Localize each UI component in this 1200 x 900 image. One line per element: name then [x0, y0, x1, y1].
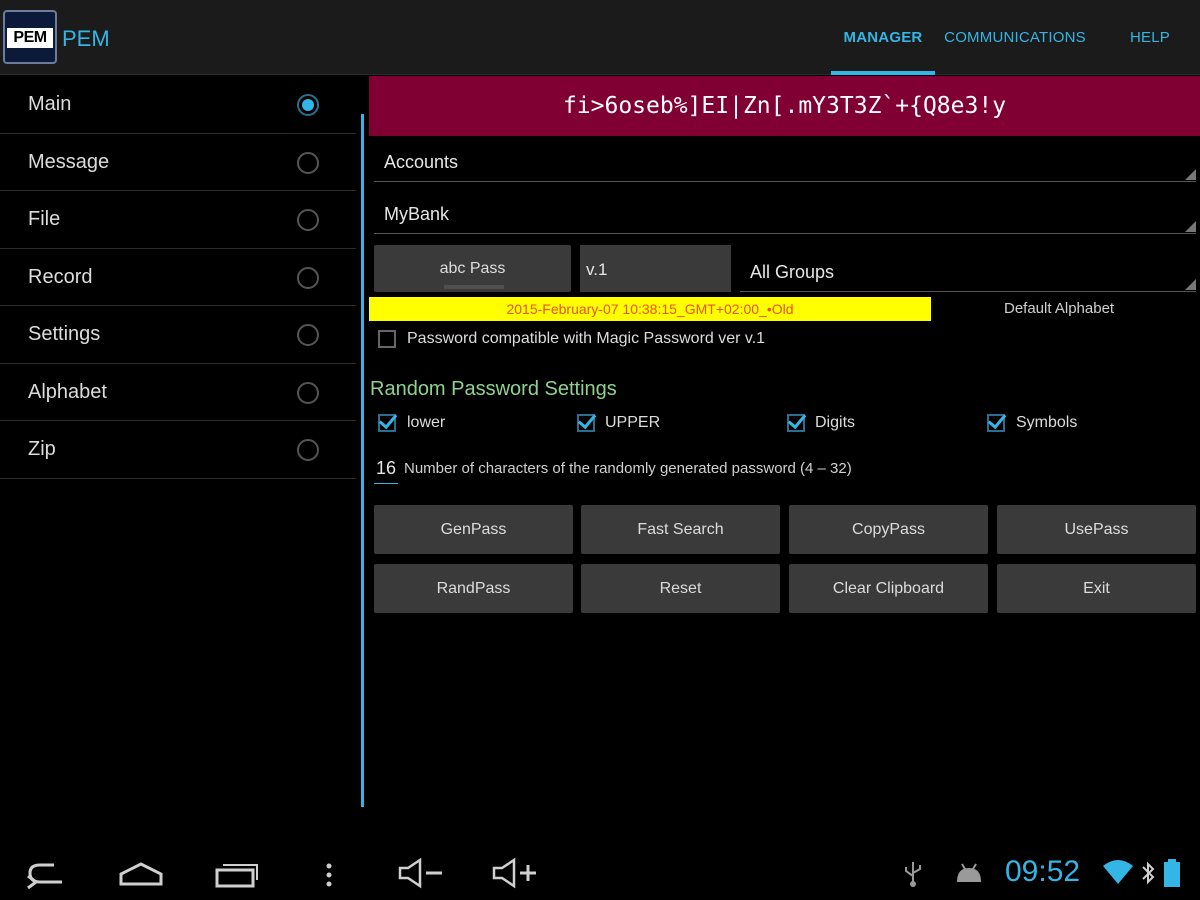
sidebar-item-message[interactable]: Message — [0, 134, 356, 191]
volume-up-icon[interactable] — [490, 856, 542, 890]
clear-clipboard-button[interactable]: Clear Clipboard — [789, 564, 988, 613]
lower-label: lower — [407, 414, 446, 431]
abc-pass-label: abc Pass — [439, 259, 506, 277]
usb-icon — [905, 862, 921, 887]
recent-apps-icon[interactable] — [213, 860, 259, 890]
upper-label: UPPER — [605, 414, 661, 431]
spinner-arrow-icon — [1185, 221, 1196, 232]
random-settings-title: Random Password Settings — [370, 378, 617, 400]
button-underline — [444, 285, 504, 289]
status-clock: 09:52 — [1005, 855, 1081, 888]
digits-label: Digits — [815, 414, 856, 431]
radio-button[interactable] — [297, 381, 319, 404]
app-logo[interactable]: PEM — [3, 10, 57, 64]
spinner-arrow-icon — [1185, 169, 1196, 180]
android-debug-icon — [957, 863, 981, 882]
sidebar-item-label: Main — [28, 93, 72, 115]
sidebar-item-label: Settings — [28, 323, 101, 345]
reset-button[interactable]: Reset — [581, 564, 780, 613]
tab-communications[interactable]: COMMUNICATIONS — [940, 0, 1090, 75]
usepass-button[interactable]: UsePass — [997, 505, 1196, 554]
date-label: 2015-February-07 10:38:15_GMT+02:00_•Old — [369, 297, 931, 321]
abc-pass-button[interactable]: abc Pass — [374, 245, 571, 292]
default-alphabet-label[interactable]: Default Alphabet — [1004, 300, 1114, 317]
radio-button[interactable] — [297, 209, 319, 231]
sidebar-item-main[interactable]: Main — [0, 76, 356, 134]
lower-checkbox[interactable] — [378, 414, 396, 432]
sidebar-item-record[interactable]: Record — [0, 249, 356, 306]
back-icon[interactable] — [24, 858, 70, 890]
app-logo-text: PEM — [7, 28, 53, 48]
wifi-icon — [1103, 860, 1133, 884]
sidebar-item-settings[interactable]: Settings — [0, 306, 356, 364]
radio-button[interactable] — [297, 266, 319, 289]
version-value: v.1 — [586, 260, 608, 279]
sidebar-item-alphabet[interactable]: Alphabet — [0, 364, 356, 421]
sidebar-item-label: Zip — [28, 438, 56, 460]
sidebar-item-zip[interactable]: Zip — [0, 421, 356, 479]
volume-down-icon[interactable] — [396, 856, 448, 890]
exit-button[interactable]: Exit — [997, 564, 1196, 613]
groups-spinner-value: All Groups — [750, 262, 835, 282]
magic-compat-checkbox[interactable] — [378, 330, 396, 348]
fast-search-button[interactable]: Fast Search — [581, 505, 780, 554]
spinner-arrow-icon — [1185, 279, 1196, 290]
radio-button-selected[interactable] — [297, 94, 319, 116]
digits-checkbox[interactable] — [787, 414, 805, 432]
randpass-button[interactable]: RandPass — [374, 564, 573, 613]
accounts-spinner-value: Accounts — [384, 152, 459, 172]
home-icon[interactable] — [117, 860, 165, 888]
app-title: PEM — [62, 26, 110, 51]
menu-icon[interactable] — [322, 862, 336, 888]
char-count-underline — [374, 483, 398, 484]
battery-icon — [1164, 859, 1180, 887]
groups-spinner[interactable]: All Groups — [740, 245, 1196, 292]
generated-password: fi>6oseb%]EI|Zn[.mY3T3Z`+{Q8e3!y — [369, 76, 1200, 136]
radio-button[interactable] — [297, 324, 319, 346]
tab-manager[interactable]: MANAGER — [831, 0, 935, 75]
char-count-label: Number of characters of the randomly gen… — [404, 460, 852, 477]
account-spinner-value: MyBank — [384, 204, 450, 224]
account-spinner[interactable]: MyBank — [374, 190, 1196, 234]
tab-help[interactable]: HELP — [1120, 0, 1180, 75]
sidebar-item-label: File — [28, 208, 61, 230]
radio-button[interactable] — [297, 151, 319, 174]
char-count-input[interactable]: 16 — [376, 458, 396, 479]
copypass-button[interactable]: CopyPass — [789, 505, 988, 554]
magic-compat-label: Password compatible with Magic Password … — [407, 330, 766, 347]
action-bar: PEM PEM MANAGER COMMUNICATIONS HELP — [0, 0, 1200, 75]
sidebar-item-file[interactable]: File — [0, 191, 356, 249]
sidebar-item-label: Message — [28, 150, 110, 173]
pane-divider — [361, 114, 364, 807]
bluetooth-icon — [1142, 861, 1155, 885]
sidebar-item-label: Record — [28, 265, 93, 288]
sidebar-item-label: Alphabet — [28, 380, 107, 403]
version-field[interactable]: v.1 — [580, 245, 731, 292]
genpass-button[interactable]: GenPass — [374, 505, 573, 554]
sidebar: Main Message File Record Settings Alphab… — [0, 76, 356, 479]
symbols-label: Symbols — [1016, 414, 1078, 431]
accounts-spinner[interactable]: Accounts — [374, 138, 1196, 182]
radio-button[interactable] — [297, 439, 319, 461]
upper-checkbox[interactable] — [577, 414, 595, 432]
symbols-checkbox[interactable] — [987, 414, 1005, 432]
